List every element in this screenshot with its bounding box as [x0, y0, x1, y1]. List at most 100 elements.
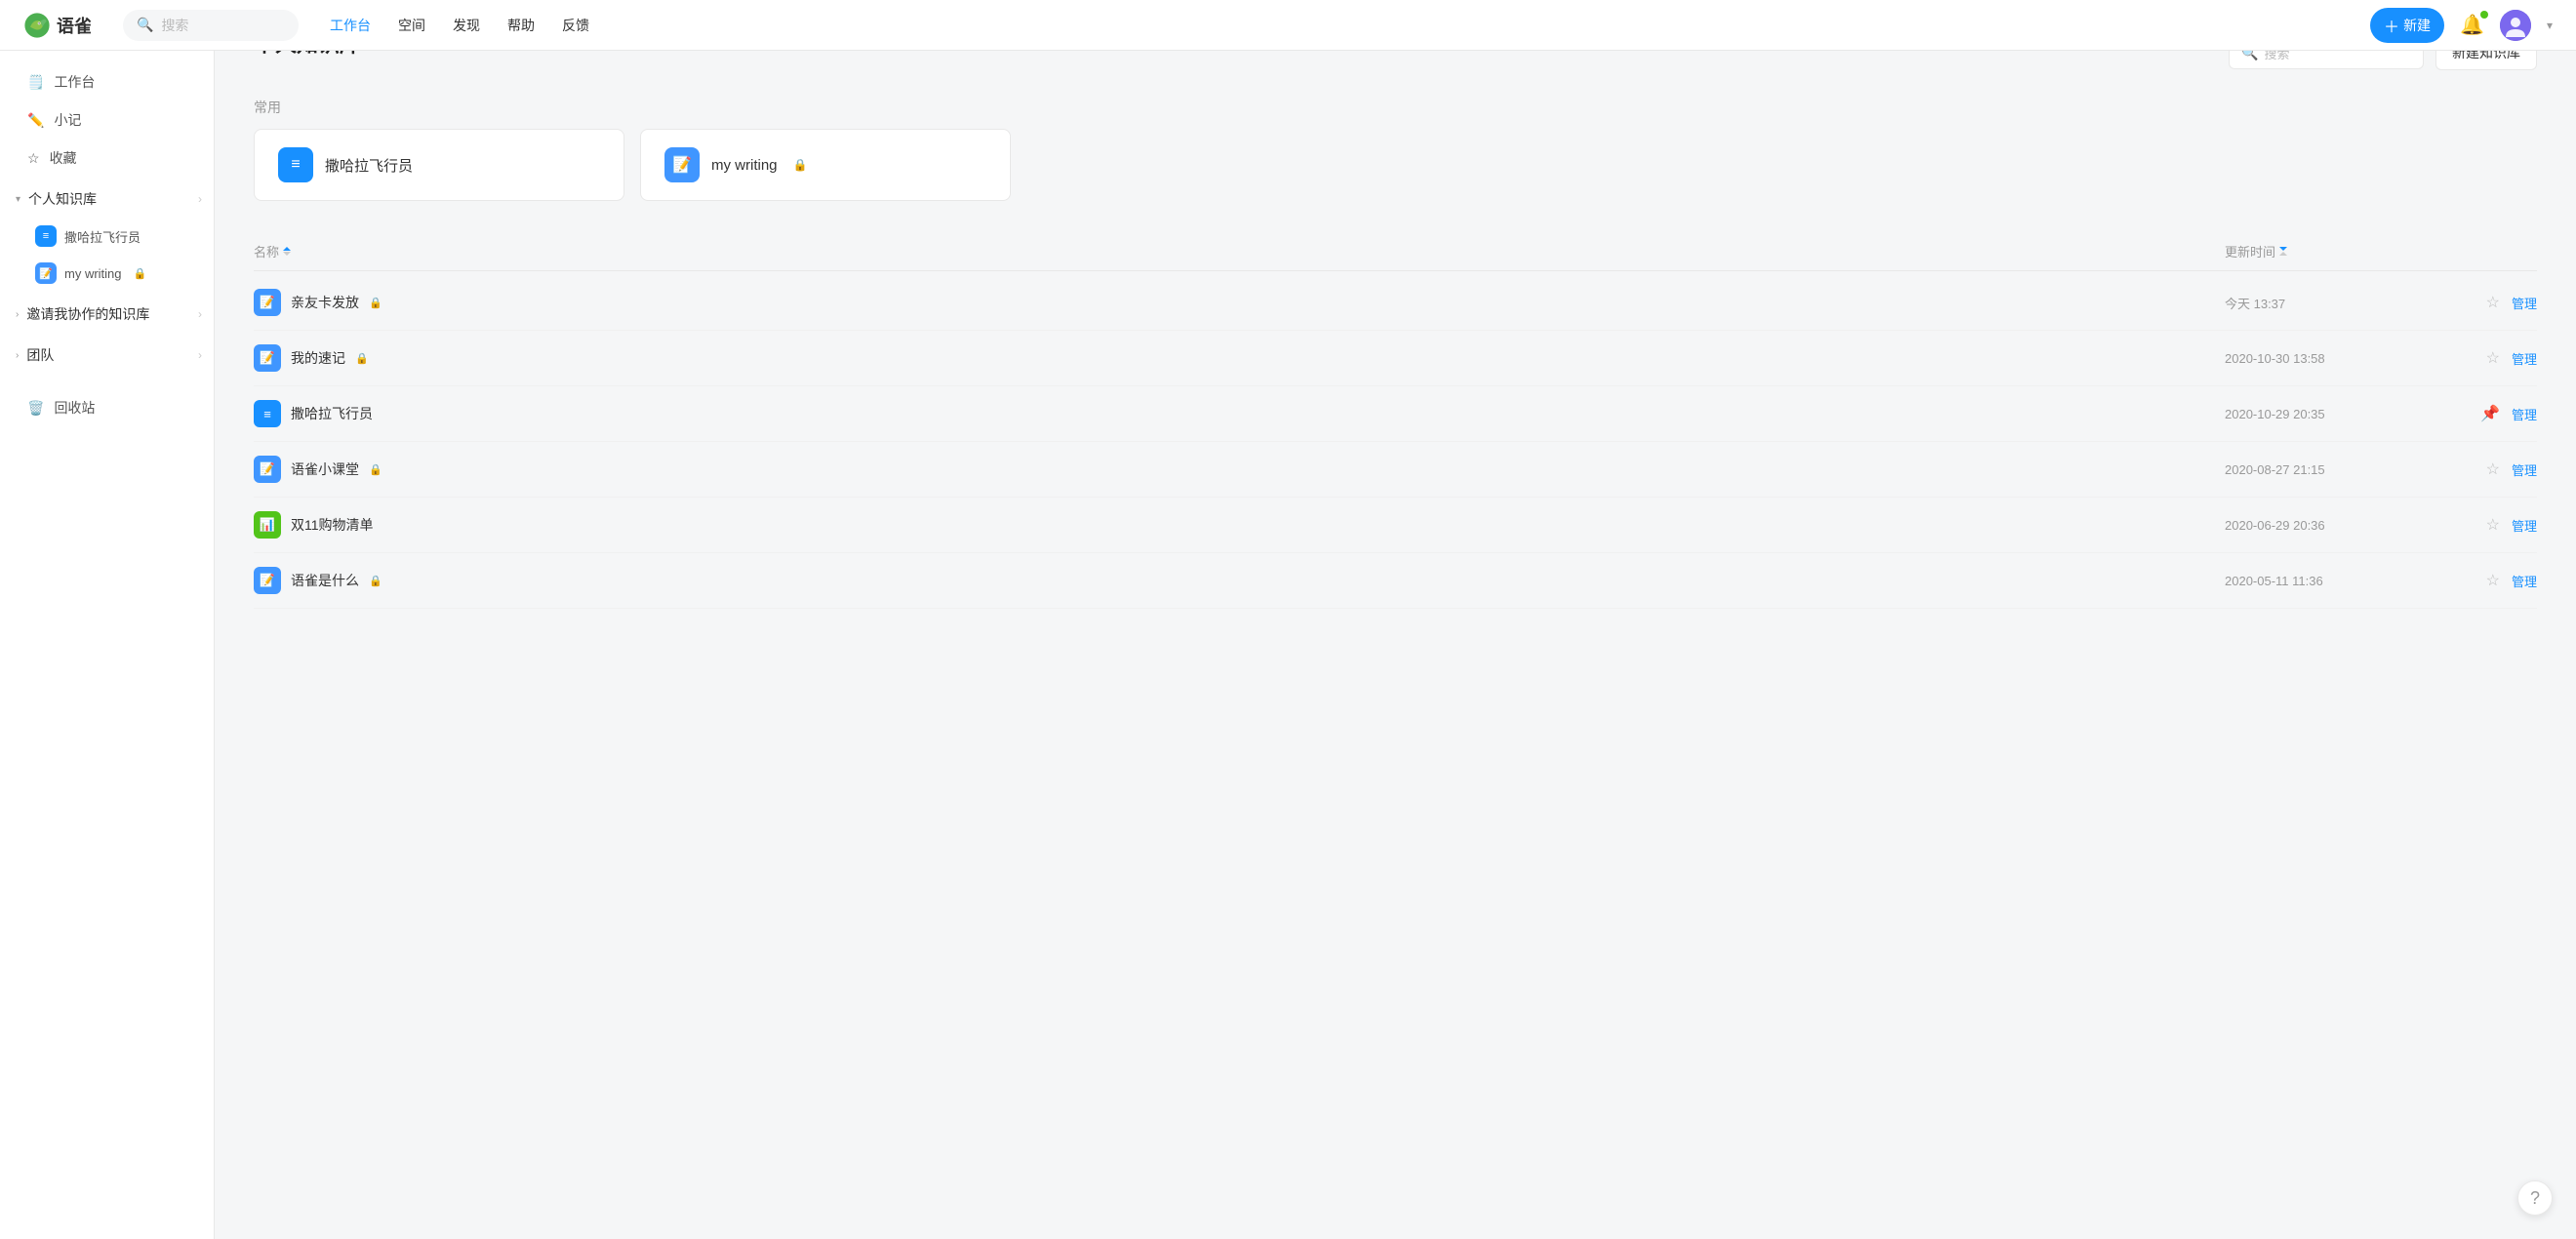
sidebar-item-trash[interactable]: 🗑️ 回收站 — [8, 389, 206, 426]
row-5-icon: 📝 — [254, 567, 281, 594]
nav-discover[interactable]: 发现 — [453, 16, 480, 35]
row-1-lock: 🔒 — [355, 352, 369, 365]
logo-bird-icon — [23, 12, 51, 39]
nav-right: ＋ 新建 🔔 ▾ — [2370, 8, 2553, 43]
row-1-icon: 📝 — [254, 344, 281, 372]
row-1-name: 📝 我的速记 🔒 — [254, 344, 2225, 372]
nav-feedback[interactable]: 反馈 — [562, 16, 589, 35]
row-3-time: 2020-08-27 21:15 — [2225, 462, 2420, 477]
col-time-header[interactable]: 更新时间 — [2225, 242, 2420, 260]
app-name: 语雀 — [57, 13, 92, 38]
kb-card-mywriting-title: my writing — [711, 157, 778, 174]
lock-icon: 🔒 — [134, 267, 147, 280]
sidebar-group-invited-kb: › 邀请我协作的知识库 › — [0, 296, 214, 333]
avatar[interactable] — [2500, 10, 2531, 41]
col-name-header[interactable]: 名称 — [254, 242, 2225, 260]
row-2-actions: 📌 管理 — [2420, 404, 2537, 423]
kb-card-mywriting-lock: 🔒 — [793, 158, 808, 172]
row-3-pin[interactable]: ☆ — [2486, 460, 2500, 479]
row-0-lock: 🔒 — [369, 297, 382, 309]
sidebar-sub-sahalafeixing[interactable]: ≡ 撒哈拉飞行员 — [0, 218, 214, 255]
time-sort-inactive-icon — [2279, 252, 2287, 256]
main-content: 个人知识库 🔍 搜索 新建知识库 常用 ≡ 撒哈拉飞行员 📝 my writin… — [215, 0, 2576, 636]
sidebar-group-personal-kb-header[interactable]: ▾ 个人知识库 › — [0, 180, 214, 218]
row-3-name: 📝 语雀小课堂 🔒 — [254, 456, 2225, 483]
team-expand-icon[interactable]: › — [198, 348, 202, 362]
chevron-down-icon: ▾ — [16, 194, 20, 205]
avatar-chevron[interactable]: ▾ — [2547, 19, 2553, 32]
top-nav: 语雀 🔍 搜索 工作台 空间 发现 帮助 反馈 ＋ 新建 🔔 ▾ — [0, 0, 2576, 51]
table-row-2[interactable]: ≡ 撒哈拉飞行员 2020-10-29 20:35 📌 管理 — [254, 386, 2537, 442]
row-3-manage[interactable]: 管理 — [2512, 460, 2537, 479]
table-row-3[interactable]: 📝 语雀小课堂 🔒 2020-08-27 21:15 ☆ 管理 — [254, 442, 2537, 498]
row-4-time: 2020-06-29 20:36 — [2225, 518, 2420, 533]
table-header: 名称 更新时间 — [254, 232, 2537, 271]
desk-icon: 🗒️ — [27, 74, 44, 91]
row-2-pin[interactable]: 📌 — [2480, 404, 2500, 423]
kb-cards-common: ≡ 撒哈拉飞行员 📝 my writing 🔒 — [254, 129, 2537, 201]
sidebar-group-personal-kb: ▾ 个人知识库 › ≡ 撒哈拉飞行员 📝 my writing 🔒 — [0, 180, 214, 292]
row-5-name: 📝 语雀是什么 🔒 — [254, 567, 2225, 594]
row-2-time: 2020-10-29 20:35 — [2225, 407, 2420, 421]
team-chevron-icon: › — [16, 350, 19, 361]
sidebar-trash-container: 🗑️ 回收站 — [0, 389, 214, 426]
row-1-actions: ☆ 管理 — [2420, 348, 2537, 368]
row-4-manage[interactable]: 管理 — [2512, 516, 2537, 535]
chevron-right-small-icon: › — [16, 309, 19, 320]
bell-container[interactable]: 🔔 — [2460, 13, 2484, 37]
kb-card-sahala-title: 撒哈拉飞行员 — [325, 155, 413, 176]
row-1-time: 2020-10-30 13:58 — [2225, 351, 2420, 366]
row-0-manage[interactable]: 管理 — [2512, 294, 2537, 312]
time-sort-active-icon — [2279, 247, 2287, 251]
note-icon: 📝 — [35, 262, 57, 284]
row-0-name: 📝 亲友卡发放 🔒 — [254, 289, 2225, 316]
book-icon: ≡ — [35, 225, 57, 247]
sort-up-icon — [283, 247, 291, 251]
avatar-image — [2500, 10, 2531, 41]
sidebar-item-workbench[interactable]: 🗒️ 工作台 — [8, 63, 206, 100]
table-row-1[interactable]: 📝 我的速记 🔒 2020-10-30 13:58 ☆ 管理 — [254, 331, 2537, 386]
sidebar-sub-mywriting[interactable]: 📝 my writing 🔒 — [0, 255, 214, 292]
row-0-icon: 📝 — [254, 289, 281, 316]
top-search-placeholder: 搜索 — [161, 16, 188, 35]
help-button[interactable]: ? — [2517, 1180, 2553, 1216]
common-label: 常用 — [254, 98, 2537, 117]
plus-icon: ＋ — [2384, 14, 2399, 37]
kb-card-sahala[interactable]: ≡ 撒哈拉飞行员 — [254, 129, 624, 201]
row-5-manage[interactable]: 管理 — [2512, 572, 2537, 590]
top-search-bar[interactable]: 🔍 搜索 — [123, 10, 299, 41]
nav-workbench[interactable]: 工作台 — [330, 16, 371, 35]
new-button[interactable]: ＋ 新建 — [2370, 8, 2444, 43]
row-2-name: ≡ 撒哈拉飞行员 — [254, 400, 2225, 427]
logo[interactable]: 语雀 — [23, 12, 92, 39]
sidebar-group-invited-kb-header[interactable]: › 邀请我协作的知识库 › — [0, 296, 214, 333]
sidebar-item-favorites[interactable]: ☆ 收藏 — [8, 140, 206, 177]
table-row-4[interactable]: 📊 双11购物清单 2020-06-29 20:36 ☆ 管理 — [254, 498, 2537, 553]
row-5-pin[interactable]: ☆ — [2486, 571, 2500, 590]
sidebar-item-notes[interactable]: ✏️ 小记 — [8, 101, 206, 139]
row-0-pin[interactable]: ☆ — [2486, 293, 2500, 312]
name-sort-icon[interactable] — [283, 247, 291, 256]
row-1-pin[interactable]: ☆ — [2486, 348, 2500, 368]
sidebar: 🗒️ 工作台 ✏️ 小记 ☆ 收藏 ▾ 个人知识库 › ≡ 撒哈拉飞行员 📝 m… — [0, 51, 215, 1239]
row-1-manage[interactable]: 管理 — [2512, 349, 2537, 368]
row-3-actions: ☆ 管理 — [2420, 460, 2537, 479]
kb-table: 名称 更新时间 📝 亲友卡发放 🔒 今天 1 — [254, 232, 2537, 609]
kb-card-mywriting[interactable]: 📝 my writing 🔒 — [640, 129, 1011, 201]
row-4-pin[interactable]: ☆ — [2486, 515, 2500, 535]
table-row-0[interactable]: 📝 亲友卡发放 🔒 今天 13:37 ☆ 管理 — [254, 275, 2537, 331]
sidebar-group-team-header[interactable]: › 团队 › — [0, 337, 214, 374]
chevron-right-icon[interactable]: › — [198, 192, 202, 206]
table-row-5[interactable]: 📝 语雀是什么 🔒 2020-05-11 11:36 ☆ 管理 — [254, 553, 2537, 609]
time-sort-icon[interactable] — [2279, 247, 2287, 256]
nav-links: 工作台 空间 发现 帮助 反馈 — [330, 16, 589, 35]
nav-help[interactable]: 帮助 — [507, 16, 535, 35]
row-4-name: 📊 双11购物清单 — [254, 511, 2225, 539]
row-2-manage[interactable]: 管理 — [2512, 405, 2537, 423]
trash-icon: 🗑️ — [27, 400, 44, 417]
row-5-actions: ☆ 管理 — [2420, 571, 2537, 590]
kb-card-book-icon: ≡ — [278, 147, 313, 182]
nav-space[interactable]: 空间 — [398, 16, 425, 35]
bell-icon[interactable]: 🔔 — [2460, 15, 2484, 36]
invited-kb-chevron-icon[interactable]: › — [198, 307, 202, 321]
